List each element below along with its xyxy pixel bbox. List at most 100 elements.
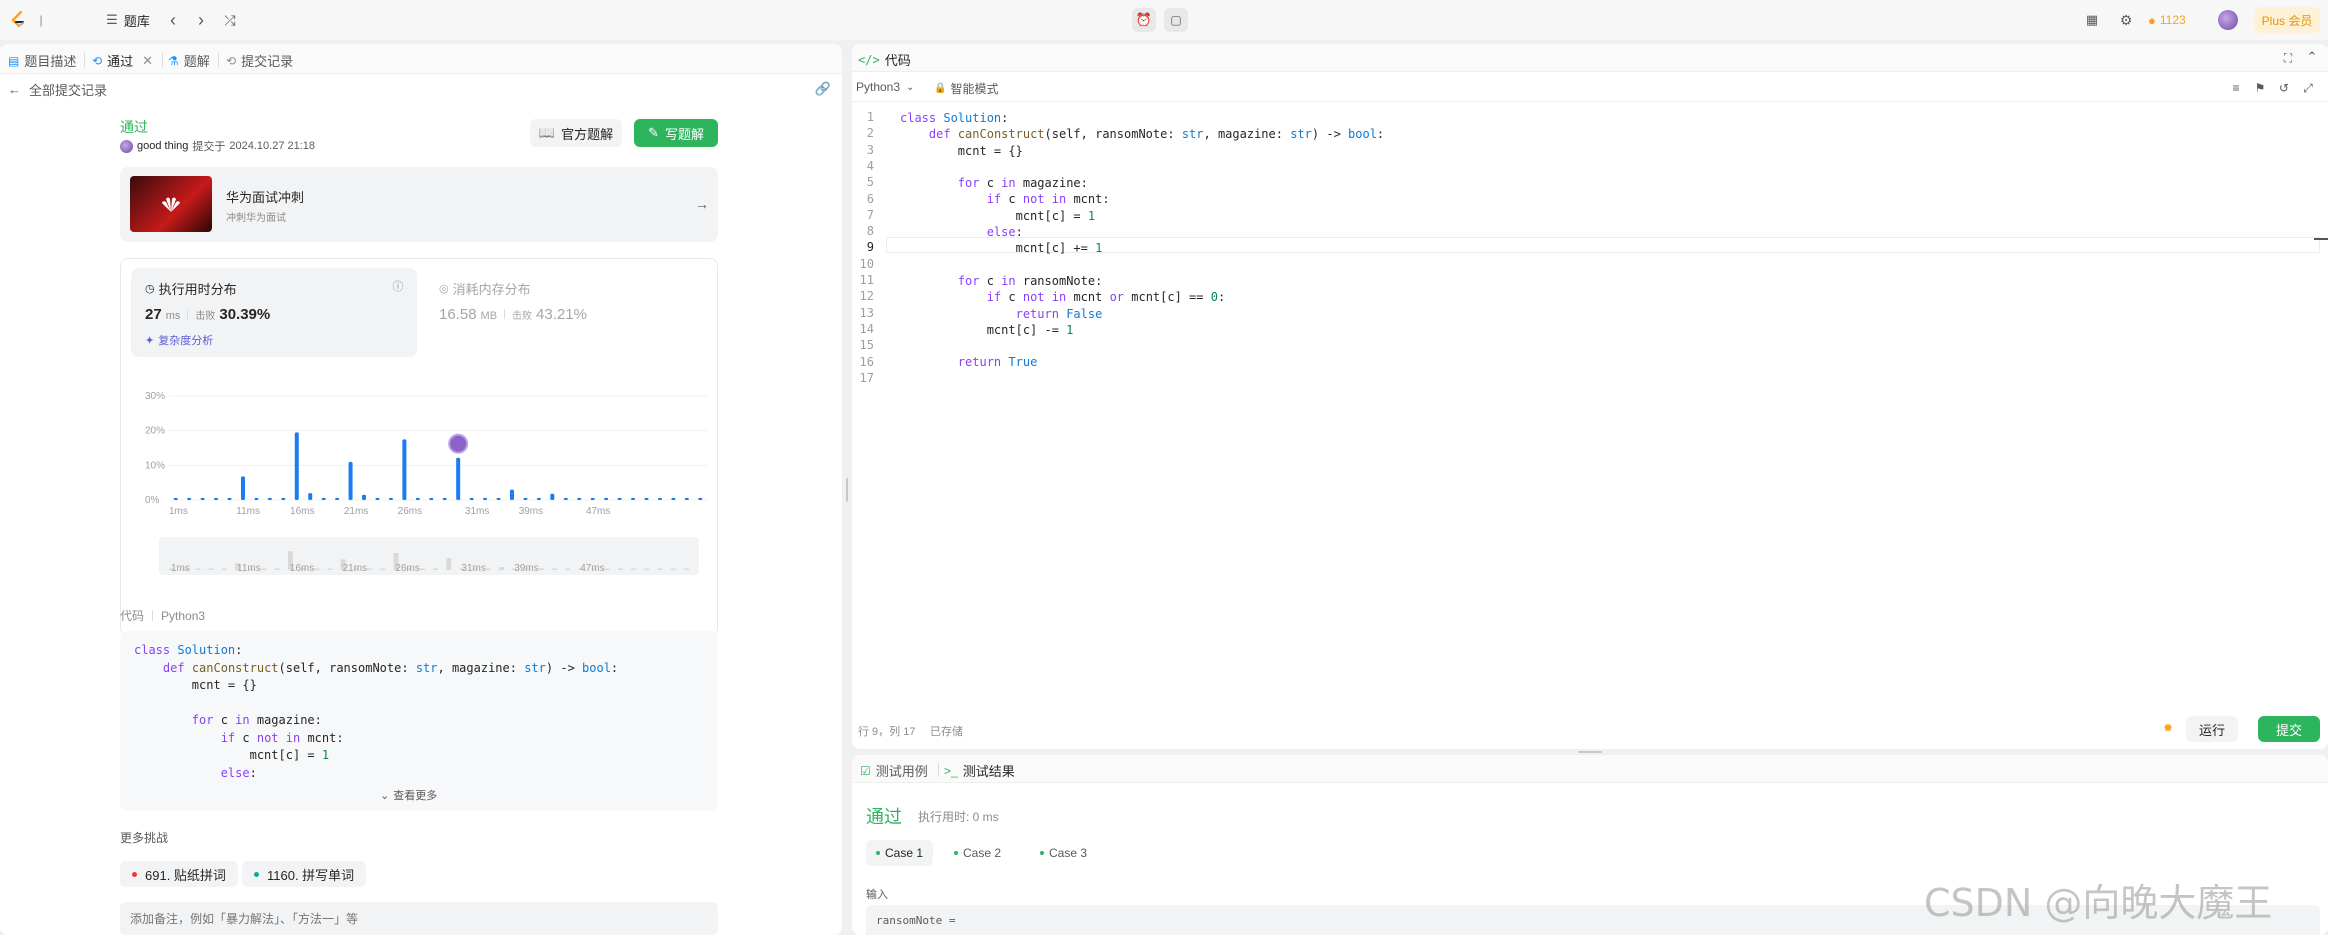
histogram-bar[interactable]	[348, 461, 353, 500]
memory-tab[interactable]: ◎ 消耗内存分布	[439, 279, 531, 298]
histogram-bar[interactable]	[657, 497, 662, 500]
problem-list-button[interactable]: ☰ 题库	[100, 9, 156, 31]
next-problem-icon[interactable]: ›	[192, 10, 210, 30]
shuffle-icon[interactable]: ⤮	[220, 10, 240, 30]
x-tick-label: 21ms	[344, 506, 368, 517]
collapse-sidebar-icon[interactable]: |	[34, 11, 48, 29]
prev-problem-icon[interactable]: ‹	[164, 10, 182, 30]
histogram-bar[interactable]	[267, 497, 272, 500]
tab-submissions[interactable]: ⟲ 提交记录	[226, 51, 293, 70]
run-button[interactable]: 运行	[2186, 716, 2238, 742]
histogram-bar[interactable]	[402, 439, 407, 500]
histogram-bar[interactable]	[254, 497, 259, 500]
histogram-bar[interactable]	[631, 497, 636, 500]
histogram-bar[interactable]	[335, 497, 340, 500]
histogram-bar[interactable]	[698, 497, 703, 500]
test-runtime: 执行用时: 0 ms	[918, 810, 999, 824]
tab-solutions[interactable]: ⚗ 题解	[168, 51, 210, 70]
user-avatar[interactable]	[120, 139, 133, 153]
histogram-bar[interactable]	[200, 497, 205, 500]
language-select[interactable]: Python3 ⌄	[856, 80, 914, 94]
histogram-bar[interactable]	[388, 497, 393, 500]
histogram-bar[interactable]	[362, 494, 367, 500]
maximize-icon[interactable]: ⛶	[2280, 50, 2296, 66]
back-to-submissions[interactable]: ← 全部提交记录	[8, 80, 107, 98]
format-icon[interactable]: ≡	[2228, 80, 2244, 96]
chart-overview-strip[interactable]: 1ms 11ms 16ms 21ms 26ms 31ms 39ms 47ms	[159, 537, 699, 575]
histogram-bar[interactable]	[227, 497, 232, 500]
submit-button[interactable]: 提交	[2258, 716, 2320, 742]
histogram-bar[interactable]	[617, 497, 622, 500]
show-more-label: 查看更多	[393, 790, 438, 802]
sparkle-icon[interactable]: ✹	[2160, 720, 2176, 736]
histogram-bar[interactable]	[483, 497, 488, 500]
streak-counter[interactable]: ● 1123	[2148, 10, 2186, 30]
histogram-bar[interactable]	[173, 497, 178, 500]
histogram-bar[interactable]	[442, 497, 447, 500]
tab-solutions-label: 题解	[183, 54, 210, 69]
challenge-chip[interactable]: 1160. 拼写单词	[242, 861, 367, 887]
smart-mode-toggle[interactable]: 🔒 智能模式	[934, 80, 998, 97]
histogram-bar[interactable]	[187, 497, 192, 500]
reset-icon[interactable]: ↺	[2276, 80, 2292, 96]
vertical-splitter[interactable]	[842, 44, 852, 935]
terminal-icon: >_	[944, 763, 958, 778]
runtime-tab[interactable]: ◷ 执行用时分布 ⓘ 27 ms 击败 30.39% ✦ 复杂度分析	[131, 268, 417, 357]
timer-icon[interactable]: ⏰	[1132, 8, 1156, 32]
histogram-bar[interactable]	[308, 493, 313, 500]
layout-grid-icon[interactable]: ▦	[2082, 10, 2102, 30]
tab-description[interactable]: ▤ 题目描述	[8, 51, 76, 70]
histogram-bar[interactable]	[536, 497, 541, 500]
overview-bar	[380, 568, 386, 570]
histogram-bar[interactable]	[604, 497, 609, 500]
histogram-bar[interactable]	[214, 497, 219, 500]
write-solution-button[interactable]: ✎ 写题解	[634, 119, 718, 147]
histogram-bar[interactable]	[294, 432, 299, 500]
leetcode-logo-icon[interactable]	[8, 10, 28, 30]
histogram-bar[interactable]	[469, 497, 474, 500]
runtime-distribution-chart[interactable]: 0% 10% 20% 30% 1ms 11ms 16ms 21ms 26ms 31ms 39ms 47…	[121, 363, 719, 533]
avatar[interactable]	[2218, 10, 2238, 30]
tab-testcase[interactable]: ☑ 测试用例	[860, 761, 928, 780]
plus-member-badge[interactable]: Plus 会员	[2254, 7, 2320, 33]
tab-test-result[interactable]: >_ 测试结果	[944, 761, 1015, 780]
official-solution-button[interactable]: 📖 官方题解	[530, 119, 622, 147]
gear-icon[interactable]: ⚙	[2116, 10, 2136, 30]
histogram-bar[interactable]	[496, 497, 501, 500]
bookmark-icon[interactable]: ⚑	[2252, 80, 2268, 96]
histogram-bar[interactable]	[415, 497, 420, 500]
histogram-bar[interactable]	[550, 493, 555, 500]
histogram-bar[interactable]	[590, 497, 595, 500]
histogram-bar[interactable]	[577, 497, 582, 500]
histogram-bar[interactable]	[281, 497, 286, 500]
case-tab-3[interactable]: Case 3	[1040, 846, 1087, 860]
code-tab[interactable]: </> 代码	[858, 50, 911, 69]
case-tab-1[interactable]: Case 1	[866, 840, 934, 866]
case-tab-2[interactable]: Case 2	[954, 846, 1001, 860]
histogram-bar[interactable]	[509, 489, 514, 500]
promo-card[interactable]: 华为面试冲刺 冲刺华为面试 →	[120, 167, 718, 242]
histogram-bar[interactable]	[671, 497, 676, 500]
histogram-bar[interactable]	[429, 497, 434, 500]
info-icon[interactable]: ⓘ	[391, 279, 405, 293]
note-icon[interactable]: ▢	[1164, 8, 1188, 32]
tab-accepted[interactable]: ⟲ 通过 ✕	[92, 51, 153, 70]
show-more-button[interactable]: ⌄ 查看更多	[380, 787, 437, 803]
histogram-bar[interactable]	[456, 457, 461, 500]
histogram-bar[interactable]	[563, 497, 568, 500]
close-tab-icon[interactable]: ✕	[142, 53, 153, 69]
link-icon[interactable]: 🔗	[814, 80, 832, 98]
histogram-bar[interactable]	[240, 476, 245, 500]
code-editor[interactable]: class Solution: def canConstruct(self, r…	[900, 110, 1384, 371]
histogram-bar[interactable]	[644, 497, 649, 500]
histogram-bar[interactable]	[684, 497, 689, 500]
chevron-up-icon[interactable]: ⌃	[2304, 49, 2320, 65]
note-input[interactable]	[120, 902, 718, 935]
submission-user[interactable]: good thing	[137, 140, 188, 152]
histogram-bar[interactable]	[523, 497, 528, 500]
complexity-analysis-link[interactable]: ✦ 复杂度分析	[145, 332, 213, 348]
histogram-bar[interactable]	[321, 497, 326, 500]
histogram-bar[interactable]	[375, 497, 380, 500]
challenge-chip[interactable]: 691. 贴纸拼词	[120, 861, 238, 887]
expand-icon[interactable]: ⤢	[2300, 80, 2316, 96]
